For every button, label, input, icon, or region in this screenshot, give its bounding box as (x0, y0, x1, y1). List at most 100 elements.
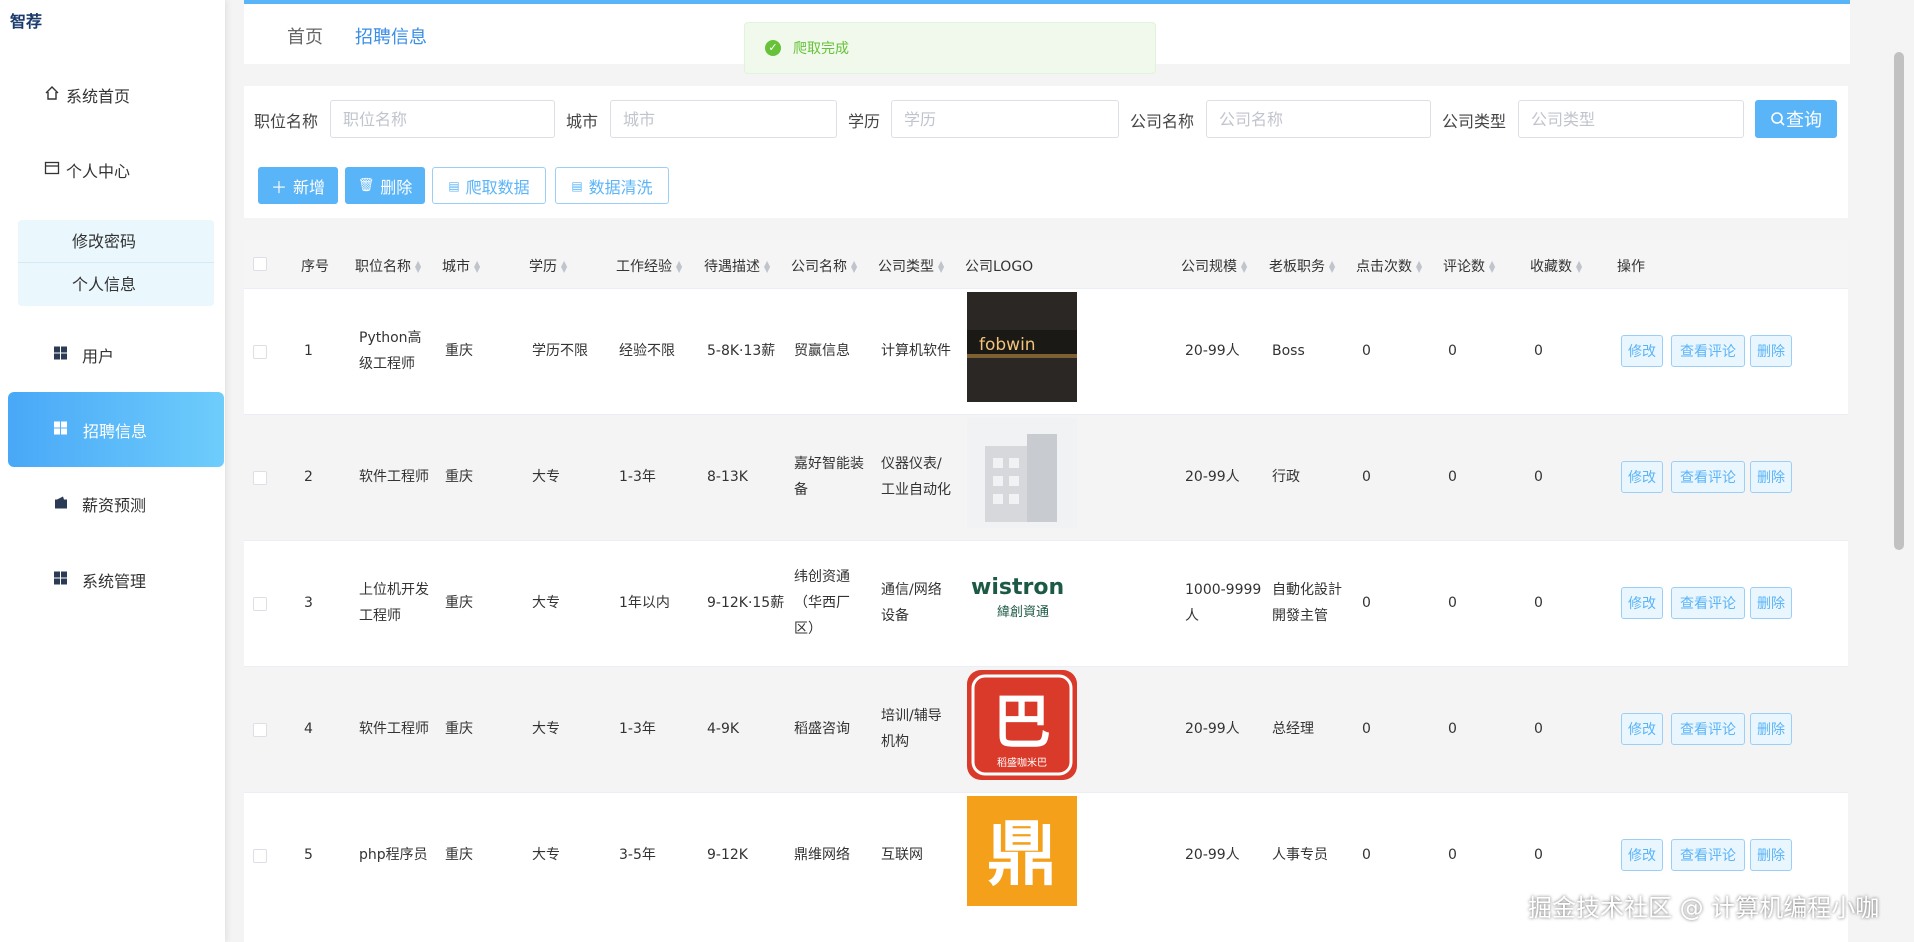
sidebar-item-label: 用户 (82, 347, 115, 366)
crawl-data-button[interactable]: ▤ 爬取数据 (432, 167, 546, 204)
cell-company: 纬创资通 （华西厂 区） (794, 564, 874, 642)
col-size[interactable]: 公司规模 ▲ ▼ (1181, 256, 1247, 276)
row-no: 3 (304, 595, 313, 611)
sidebar-item-user[interactable]: 用户 (0, 318, 225, 392)
cell-size: 20-99人 (1185, 716, 1269, 742)
row-checkbox[interactable] (253, 597, 267, 611)
app-logo: 智荐 (10, 12, 43, 31)
table-row: 1 Python高 级工程师 重庆 学历不限 经验不限 5-8K·13薪 贸赢信息 计算机软件 2… (244, 288, 1848, 414)
cell-line: 通信/网络 (881, 582, 942, 598)
cell-pay: 8-13K (707, 469, 748, 485)
cell-exp: 经验不限 (619, 343, 675, 359)
cell-company: 贸赢信息 (794, 338, 874, 364)
select-all-checkbox[interactable] (253, 257, 267, 271)
cell-boss: Boss (1272, 338, 1356, 364)
col-actions: 操作 (1617, 259, 1645, 275)
clean-data-button[interactable]: ▤ 数据清洗 (555, 167, 669, 204)
check-circle-icon: ✓ (765, 40, 781, 56)
company-name-input[interactable] (1206, 100, 1431, 138)
row-checkbox[interactable] (253, 849, 267, 863)
table-row: 4 软件工程师 重庆 大专 1-3年 4-9K 稻盛咨询 培训/辅导 机构 20-99人 总经理 0 0… (244, 666, 1848, 792)
view-comments-button[interactable]: 查看评论 (1671, 587, 1745, 619)
cell-size: 20-99人 (1185, 464, 1269, 490)
sort-icon: ▲ ▼ (851, 259, 858, 274)
sidebar-item-salary[interactable]: 薪资预测 (0, 467, 225, 541)
sort-icon: ▲ ▼ (474, 259, 481, 274)
add-button[interactable]: ＋ 新增 (258, 167, 338, 204)
col-experience[interactable]: 工作经验 ▲ ▼ (616, 256, 682, 276)
row-checkbox[interactable] (253, 345, 267, 359)
cell-line: 嘉好智能装 (794, 456, 864, 472)
col-boss[interactable]: 老板职务 ▲ ▼ (1269, 256, 1335, 276)
toast-message: 爬取完成 (793, 41, 849, 57)
cell-exp: 1年以内 (619, 595, 670, 611)
edit-button[interactable]: 修改 (1621, 713, 1663, 745)
cell-company: 稻盛咨询 (794, 716, 874, 742)
view-comments-button[interactable]: 查看评论 (1671, 713, 1745, 745)
col-company-type[interactable]: 公司类型 ▲ ▼ (878, 256, 944, 276)
breadcrumb-home[interactable]: 首页 (287, 23, 323, 49)
col-clicks[interactable]: 点击次数 ▲ ▼ (1356, 256, 1422, 276)
view-comments-button[interactable]: 查看评论 (1671, 461, 1745, 493)
cell-favs: 0 (1534, 595, 1543, 611)
label-education: 学历 (848, 112, 881, 131)
sidebar-item-system[interactable]: 系统管理 (0, 543, 225, 617)
job-title-input[interactable] (330, 100, 555, 138)
sidebar-item-label: 系统管理 (82, 572, 147, 591)
view-comments-button[interactable]: 查看评论 (1671, 839, 1745, 871)
education-input[interactable] (891, 100, 1119, 138)
sidebar-item-personal[interactable]: 个人中心 (0, 133, 225, 207)
edit-button[interactable]: 修改 (1621, 461, 1663, 493)
cell-favs: 0 (1534, 343, 1543, 359)
cell-line: 机构 (881, 734, 909, 750)
fobwin-logo-icon: fobwin (967, 292, 1077, 402)
col-favs[interactable]: 收藏数 ▲ ▼ (1530, 256, 1582, 276)
table-header: 序号 职位名称 ▲ ▼ 城市 ▲ ▼ 学历 ▲ ▼ 工作经验 ▲ ▼ 待遇描述 ▲ ▼ 公司名称 ▲ ▼… (244, 240, 1848, 288)
col-education[interactable]: 学历 ▲ ▼ (529, 256, 567, 276)
company-type-input[interactable] (1518, 100, 1744, 138)
row-checkbox[interactable] (253, 471, 267, 485)
row-delete-button[interactable]: 删除 (1750, 461, 1792, 493)
row-delete-button[interactable]: 删除 (1750, 335, 1792, 367)
delete-button[interactable]: 🗑 删除 (345, 167, 425, 204)
cell-title: 软件工程师 (359, 716, 439, 742)
edit-button[interactable]: 修改 (1621, 839, 1663, 871)
sort-icon: ▲ ▼ (1416, 259, 1423, 274)
cell-line: Python高 (359, 330, 422, 346)
sort-icon: ▲ ▼ (1489, 259, 1496, 274)
cell-clicks: 0 (1362, 343, 1371, 359)
col-comments[interactable]: 评论数 ▲ ▼ (1443, 256, 1495, 276)
cell-clicks: 0 (1362, 847, 1371, 863)
edit-button[interactable]: 修改 (1621, 587, 1663, 619)
row-delete-button[interactable]: 删除 (1750, 713, 1792, 745)
sidebar-subitem-profile[interactable]: 个人信息 (18, 263, 214, 306)
cell-edu: 大专 (532, 847, 560, 863)
col-city[interactable]: 城市 ▲ ▼ (442, 256, 480, 276)
page-scrollbar[interactable] (1894, 52, 1904, 550)
building-placeholder-icon (967, 418, 1077, 528)
sidebar-item-home[interactable]: 系统首页 (0, 58, 225, 132)
sidebar-subitem-change-password[interactable]: 修改密码 (18, 220, 214, 263)
search-panel: 职位名称 城市 学历 公司名称 公司类型 查询 ＋ 新增 🗑 删除 ▤ 爬取数据 ▤ 数… (244, 86, 1848, 218)
sidebar-item-label: 招聘信息 (83, 421, 148, 441)
view-comments-button[interactable]: 查看评论 (1671, 335, 1745, 367)
sidebar: 智荐 系统首页 个人中心 修改密码 个人信息 用户 招聘信息 薪资预测 系统管理 (0, 0, 225, 942)
row-delete-button[interactable]: 删除 (1750, 587, 1792, 619)
col-pay[interactable]: 待遇描述 ▲ ▼ (704, 256, 770, 276)
col-job-title[interactable]: 职位名称 ▲ ▼ (355, 256, 421, 276)
cell-line: 人事专员 (1272, 847, 1328, 863)
row-delete-button[interactable]: 删除 (1750, 839, 1792, 871)
cell-line: 工程师 (359, 608, 401, 624)
crawl-data-button-label: 爬取数据 (465, 177, 530, 197)
sidebar-item-label: 个人中心 (66, 162, 131, 181)
city-input[interactable] (610, 100, 837, 138)
sidebar-item-recruit[interactable]: 招聘信息 (8, 392, 224, 467)
edit-button[interactable]: 修改 (1621, 335, 1663, 367)
query-button[interactable]: 查询 (1755, 100, 1837, 138)
cell-size: 20-99人 (1185, 842, 1269, 868)
col-company[interactable]: 公司名称 ▲ ▼ (791, 256, 857, 276)
row-checkbox[interactable] (253, 723, 267, 737)
wallet-icon (54, 495, 68, 514)
cell-line: 区） (794, 621, 822, 637)
grid-icon (54, 571, 68, 590)
